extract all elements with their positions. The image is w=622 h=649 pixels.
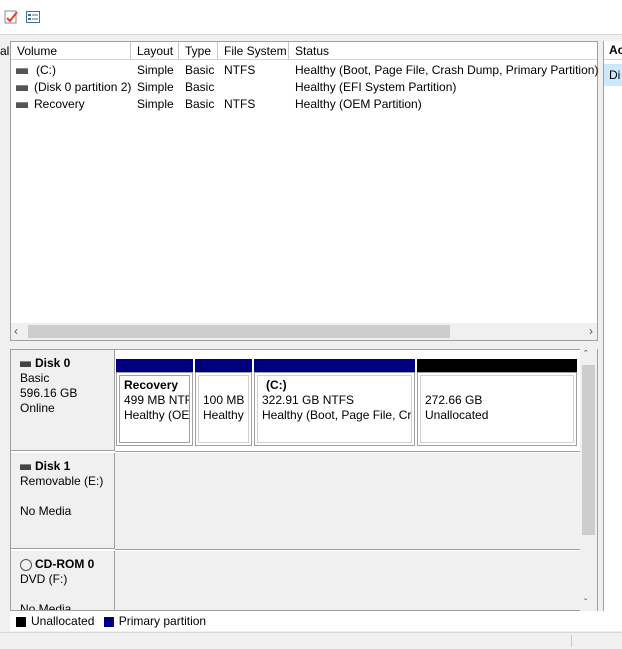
partition-size: 499 MB NTF [124, 393, 190, 407]
cd-icon [20, 558, 32, 571]
volume-layout: Simple [137, 80, 174, 94]
chevron-left-icon[interactable]: ‹ [14, 324, 18, 338]
partition-c[interactable]: (C:) 322.91 GB NTFS Healthy (Boot, Page … [254, 359, 415, 446]
vertical-scrollbar[interactable]: ˆ ˇ [580, 349, 597, 611]
hard-disk-icon [20, 463, 31, 470]
volume-fs: NTFS [224, 63, 256, 77]
chevron-up-icon[interactable]: ˆ [584, 349, 588, 361]
disk-1-label[interactable]: Disk 1 Removable (E:) No Media [11, 453, 115, 549]
disk-type: Removable (E:) [20, 474, 104, 488]
window-icon[interactable] [25, 9, 41, 25]
disk-name: Disk 0 [35, 356, 71, 370]
disk-name: Disk 1 [35, 459, 71, 473]
actions-item[interactable]: Di [604, 64, 622, 86]
disk-state: No Media [20, 602, 72, 611]
vertical-scroll-thumb[interactable] [582, 365, 595, 535]
disk-size: 596.16 GB [20, 386, 78, 400]
volume-row[interactable]: (C:) Simple Basic NTFS Healthy (Boot, Pa… [11, 62, 599, 79]
horizontal-scroll-thumb[interactable] [28, 325, 450, 338]
chevron-down-icon[interactable]: ˇ [584, 598, 587, 609]
disk-map: Disk 0 Basic 596.16 GB Online Recovery 4… [10, 349, 598, 611]
toolbar [0, 0, 622, 35]
partition-size: 272.66 GB [425, 393, 483, 407]
chevron-right-icon[interactable]: › [589, 324, 593, 338]
partition-title: Recovery [124, 378, 179, 392]
status-divider [571, 635, 572, 647]
volume-icon [16, 84, 28, 91]
volume-row[interactable]: Recovery Simple Basic NTFS Healthy (OEM … [11, 96, 597, 113]
status-bar [0, 632, 622, 649]
col-filesystem-header[interactable]: File System [218, 42, 289, 60]
partition-size: 100 MB [203, 393, 245, 407]
legend: Unallocated Primary partition [10, 611, 622, 631]
partition-status: Unallocated [425, 408, 489, 422]
disk-state: No Media [20, 504, 72, 518]
disk-0-label[interactable]: Disk 0 Basic 596.16 GB Online [11, 350, 115, 451]
volume-layout: Simple [137, 97, 174, 111]
disk-state: Online [20, 401, 55, 415]
actions-header: Ac [604, 41, 622, 60]
disk-0-partitions: Recovery 499 MB NTF Healthy (OE 100 MB H… [115, 350, 581, 452]
partition-bar [417, 359, 577, 372]
col-status-header[interactable]: Status [289, 42, 597, 60]
partition-status: Healthy [203, 408, 244, 422]
volume-fs: NTFS [224, 97, 256, 111]
partition-unallocated[interactable]: 272.66 GB Unallocated [417, 359, 577, 446]
volume-name: (C:) [36, 63, 56, 77]
left-pane-edge: al [0, 41, 10, 611]
unallocated-swatch [16, 616, 26, 627]
volume-type: Basic [185, 63, 215, 77]
partition-bar [195, 359, 252, 372]
horizontal-scrollbar[interactable]: ‹ › [11, 323, 597, 340]
partition-bar [254, 359, 415, 372]
partition-status: Healthy (OE [124, 408, 190, 422]
col-type-header[interactable]: Type [179, 42, 218, 60]
partition-size: 322.91 GB NTFS [262, 393, 355, 407]
partition-efi[interactable]: 100 MB Healthy [195, 359, 252, 446]
volume-list: Volume Layout Type File System Status (C… [10, 41, 598, 341]
disk-type: Basic [20, 371, 50, 385]
partition-recovery[interactable]: Recovery 499 MB NTF Healthy (OE [116, 359, 193, 446]
volume-layout: Simple [137, 63, 174, 77]
cdrom-0-area [115, 551, 581, 610]
legend-unallocated: Unallocated [31, 614, 95, 628]
volume-status: Healthy (OEM Partition) [295, 97, 422, 111]
volume-name: Recovery [34, 97, 85, 111]
partition-bar [116, 359, 193, 372]
partition-title: (C:) [266, 378, 287, 392]
volume-status: Healthy (Boot, Page File, Crash Dump, Pr… [295, 63, 599, 77]
partition-status: Healthy (Boot, Page File, Cra [262, 408, 412, 422]
left-pane-header: al [0, 44, 10, 58]
col-volume-header[interactable]: Volume [11, 42, 131, 60]
partition-title [425, 378, 573, 393]
col-layout-header[interactable]: Layout [131, 42, 179, 60]
actions-pane: Ac Di [603, 41, 622, 611]
volume-icon [16, 101, 28, 108]
disk-1-area [115, 453, 581, 550]
legend-primary: Primary partition [118, 614, 207, 628]
disk-name: CD-ROM 0 [35, 557, 95, 571]
partition-title [203, 378, 248, 393]
primary-swatch [103, 616, 114, 627]
volume-row[interactable]: (Disk 0 partition 2) Simple Basic Health… [11, 79, 597, 96]
checklist-icon[interactable] [3, 9, 19, 25]
disk-type: DVD (F:) [20, 572, 68, 586]
hard-disk-icon [20, 360, 31, 367]
volume-name: (Disk 0 partition 2) [34, 80, 132, 94]
volume-status: Healthy (EFI System Partition) [295, 80, 457, 94]
volume-icon [16, 67, 28, 74]
cdrom-0-label[interactable]: CD-ROM 0 DVD (F:) No Media [11, 551, 115, 611]
volume-type: Basic [185, 97, 215, 111]
volume-type: Basic [185, 80, 215, 94]
